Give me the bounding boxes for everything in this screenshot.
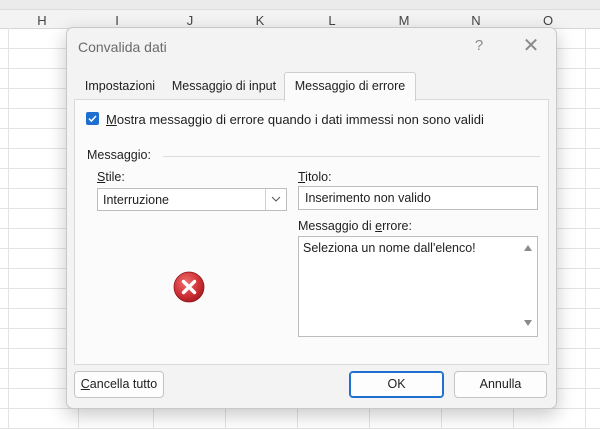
cancel-button[interactable]: Annulla <box>454 371 547 398</box>
column-header-o[interactable]: O <box>528 13 568 28</box>
show-error-checkbox[interactable] <box>86 112 99 125</box>
column-header-n[interactable]: N <box>456 13 496 28</box>
style-label: Stile: <box>97 170 125 184</box>
group-divider <box>163 156 540 157</box>
column-header-l[interactable]: L <box>312 13 352 28</box>
ribbon-edge <box>0 0 600 10</box>
tab-panel-error-message: Mostra messaggio di errore quando i dati… <box>74 99 549 365</box>
help-button[interactable]: ? <box>467 34 491 58</box>
scroll-down-icon[interactable] <box>524 320 532 326</box>
stop-error-icon <box>173 271 205 303</box>
title-field-label: Titolo: <box>298 170 332 184</box>
column-header-j[interactable]: J <box>170 13 210 28</box>
data-validation-dialog: Convalida dati ? ✕ Mostra messaggio di e… <box>66 27 557 409</box>
error-message-label: Messaggio di errore: <box>298 219 412 233</box>
clear-all-button[interactable]: Cancella tutto <box>74 371 164 398</box>
close-button[interactable]: ✕ <box>519 34 543 58</box>
textarea-scrollbar[interactable] <box>519 237 537 336</box>
column-header-k[interactable]: K <box>240 13 280 28</box>
chevron-down-icon[interactable] <box>265 189 286 210</box>
error-message-text: Seleziona un nome dall'elenco! <box>303 241 476 255</box>
column-header-h[interactable]: H <box>22 13 62 28</box>
tab-settings[interactable]: Impostazioni <box>79 73 161 99</box>
show-error-checkbox-label: Mostra messaggio di errore quando i dati… <box>106 112 484 127</box>
column-header-i[interactable]: I <box>97 13 137 28</box>
style-dropdown[interactable]: Interruzione <box>97 188 287 211</box>
ok-button[interactable]: OK <box>349 371 444 398</box>
message-group-label: Messaggio: <box>87 148 151 162</box>
column-header-m[interactable]: M <box>384 13 424 28</box>
tab-error-message[interactable]: Messaggio di errore <box>284 72 416 101</box>
tab-input-message[interactable]: Messaggio di input <box>167 73 281 99</box>
dialog-title: Convalida dati <box>78 39 167 55</box>
error-message-textarea[interactable]: Seleziona un nome dall'elenco! <box>298 236 538 337</box>
title-input[interactable]: Inserimento non valido <box>298 186 538 210</box>
style-dropdown-value: Interruzione <box>103 193 170 207</box>
check-icon <box>88 115 97 123</box>
scroll-up-icon[interactable] <box>524 245 532 251</box>
